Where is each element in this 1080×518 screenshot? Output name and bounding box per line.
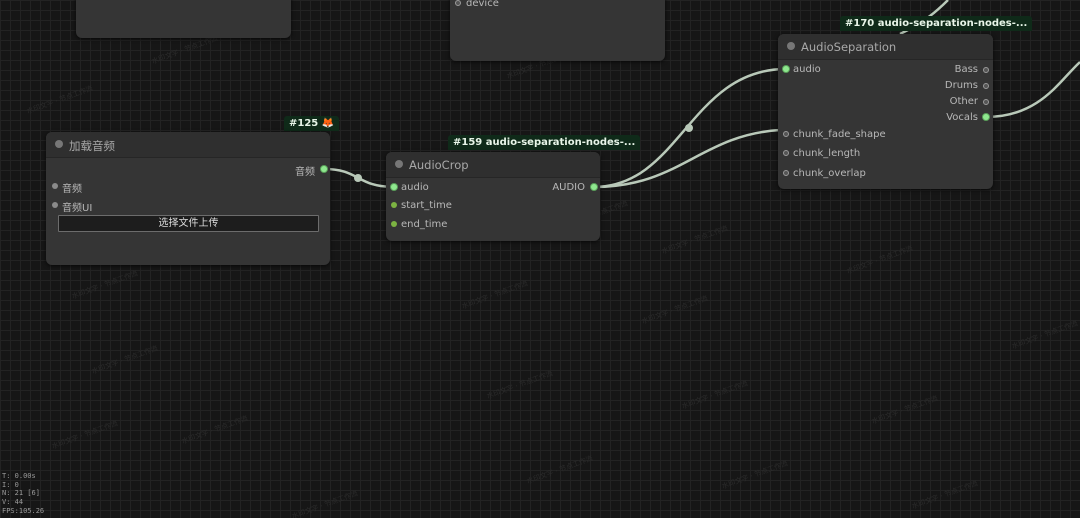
widget-label-audio[interactable]: 音频 <box>62 180 82 195</box>
input-dot-audio[interactable] <box>391 184 397 190</box>
node-audio-separation[interactable]: AudioSeparation audio Bass Drums Other V… <box>778 34 993 189</box>
device-input-dot[interactable] <box>455 0 461 6</box>
node-header[interactable]: AudioCrop <box>386 152 600 178</box>
upload-file-button[interactable]: 选择文件上传 <box>58 215 319 232</box>
render-stats: T: 0.00s I: 0 N: 21 [6] V: 44 FPS:105.26 <box>2 472 44 516</box>
input-label-audio: audio <box>793 64 821 75</box>
widget-dot-audio[interactable] <box>52 183 58 189</box>
node-load-audio[interactable]: 加载音频 音频 音频 音频UI 选择文件上传 <box>46 132 330 265</box>
graph-canvas[interactable]: 水印文字 · 节点工作流 水印文字 · 节点工作流 水印文字 · 节点工作流 水… <box>0 0 1080 518</box>
node-audio-crop[interactable]: AudioCrop audio start_time end_time AUDI… <box>386 152 600 241</box>
input-label-start-time: start_time <box>401 200 452 211</box>
output-label-audio: 音频 <box>295 167 315 178</box>
input-label-audio: audio <box>401 182 429 193</box>
output-dot-drums[interactable] <box>983 83 989 89</box>
widget-label-chunk-fade-shape[interactable]: chunk_fade_shape <box>793 129 886 140</box>
stat-nodes: N: 21 [6] <box>2 489 40 498</box>
output-dot-vocals[interactable] <box>983 114 989 120</box>
stat-fps: FPS:105.26 <box>2 506 45 515</box>
output-label-bass: Bass <box>954 64 978 75</box>
input-label-end-time: end_time <box>401 219 448 230</box>
node-header[interactable]: AudioSeparation <box>778 34 993 60</box>
wire-midpoint[interactable] <box>354 174 362 182</box>
widget-label-audio-ui[interactable]: 音频UI <box>62 199 92 214</box>
node-title: AudioCrop <box>409 158 469 172</box>
widget-dot-chunk-length[interactable] <box>783 150 789 156</box>
wire-midpoint[interactable] <box>685 124 693 132</box>
node-top-left[interactable] <box>76 0 291 38</box>
wire-vocals-out[interactable] <box>985 61 1080 119</box>
node-device[interactable]: device <box>450 0 665 61</box>
collapse-dot-icon[interactable] <box>55 140 63 148</box>
node-title: AudioSeparation <box>801 40 897 54</box>
output-label-drums: Drums <box>944 80 978 91</box>
collapse-dot-icon[interactable] <box>787 42 795 50</box>
node-title: 加载音频 <box>69 139 115 153</box>
input-dot-audio[interactable] <box>783 66 789 72</box>
node-badge-audio-separation: #170 audio-separation-nodes-... <box>840 16 1033 31</box>
collapse-dot-icon[interactable] <box>395 160 403 168</box>
output-dot-other[interactable] <box>983 99 989 105</box>
widget-label-chunk-overlap[interactable]: chunk_overlap <box>793 168 866 179</box>
stat-vertices: V: 44 <box>2 498 24 507</box>
input-dot-end-time[interactable] <box>391 221 397 227</box>
output-label-other: Other <box>949 96 978 107</box>
stat-time: T: 0.00s <box>2 472 36 480</box>
output-dot-audio[interactable] <box>591 184 597 190</box>
widget-dot-chunk-overlap[interactable] <box>783 170 789 176</box>
widget-label-chunk-length[interactable]: chunk_length <box>793 148 860 159</box>
node-badge-load-audio: #125 🦊 <box>284 116 340 131</box>
device-slot-label: device <box>466 0 499 9</box>
stat-iteration: I: 0 <box>2 480 19 489</box>
widget-dot-chunk-fade-shape[interactable] <box>783 131 789 137</box>
node-header[interactable]: 加载音频 <box>46 132 330 158</box>
node-badge-audio-crop: #159 audio-separation-nodes-... <box>448 135 641 150</box>
output-dot-audio[interactable] <box>321 166 327 172</box>
output-dot-bass[interactable] <box>983 67 989 73</box>
widget-dot-audio-ui[interactable] <box>52 202 58 208</box>
input-dot-start-time[interactable] <box>391 202 397 208</box>
output-label-vocals: Vocals <box>946 112 978 123</box>
output-label-audio-upper: AUDIO <box>552 182 585 193</box>
